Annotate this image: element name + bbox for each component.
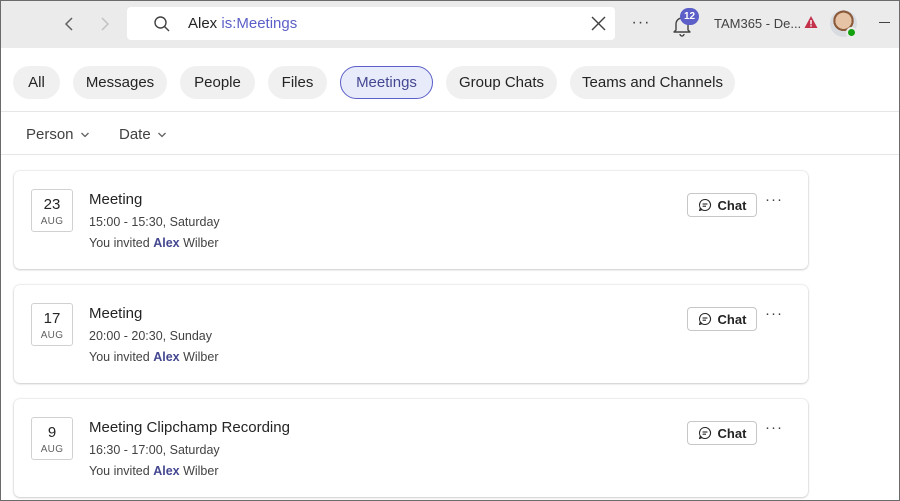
meeting-result-card[interactable]: 23 AUG Meeting 15:00 - 15:30, Saturday Y… [14,171,808,269]
more-options-button[interactable]: ··· [764,420,784,441]
meeting-invite-text: You invited Alex Wilber [89,350,219,364]
tenant-name[interactable]: TAM365 - De... [714,16,801,31]
tab-meetings[interactable]: Meetings [340,66,433,99]
presence-available-icon [846,27,857,38]
meeting-title: Meeting [89,305,143,322]
more-options-button[interactable]: ··· [629,12,653,36]
more-options-button[interactable]: ··· [764,306,784,327]
chevron-down-icon [157,132,166,137]
date-tile: 9 AUG [31,417,73,460]
forward-button[interactable] [92,12,116,36]
search-qualifier: is:Meetings [221,15,298,32]
chat-button[interactable]: Chat [687,193,757,217]
person-filter-label: Person [26,126,74,143]
date-tile: 23 AUG [31,189,73,232]
search-box[interactable]: Alex is:Meetings [127,7,615,40]
divider [1,154,899,155]
chat-icon [698,198,711,212]
search-input[interactable]: Alex is:Meetings [188,15,297,32]
notification-badge: 12 [680,8,699,25]
search-highlight: Alex [153,236,180,250]
meeting-time: 20:00 - 20:30, Sunday [89,329,213,343]
meeting-invite-text: You invited Alex Wilber [89,236,219,250]
chat-button-label: Chat [717,197,747,213]
tab-teams-and-channels[interactable]: Teams and Channels [570,66,735,99]
divider [1,111,899,112]
meeting-result-card[interactable]: 17 AUG Meeting 20:00 - 20:30, Sunday You… [14,285,808,383]
tab-files[interactable]: Files [268,66,327,99]
meeting-invite-text: You invited Alex Wilber [89,464,219,478]
tab-people[interactable]: People [180,66,255,99]
search-icon [154,16,170,32]
title-bar: Alex is:Meetings ··· 12 TAM365 - De... [1,1,899,48]
chat-button[interactable]: Chat [687,421,757,445]
date-month: AUG [40,216,64,227]
tab-all[interactable]: All [13,66,60,99]
date-filter-dropdown[interactable]: Date [119,126,167,143]
meeting-result-card[interactable]: 9 AUG Meeting Clipchamp Recording 16:30 … [14,399,808,497]
chat-button-label: Chat [717,425,747,441]
more-options-button[interactable]: ··· [764,192,784,213]
date-month: AUG [40,330,64,341]
meeting-title: Meeting [89,191,143,208]
chat-icon [698,312,711,326]
minimize-icon[interactable] [879,22,890,23]
chat-button[interactable]: Chat [687,307,757,331]
close-icon[interactable] [590,15,607,32]
date-day: 9 [47,424,57,441]
date-month: AUG [40,444,64,455]
warning-icon[interactable] [804,15,818,29]
meeting-title: Meeting Clipchamp Recording [89,419,290,436]
search-query: Alex [188,15,218,32]
search-highlight: Alex [153,464,180,478]
person-filter-dropdown[interactable]: Person [26,126,90,143]
chevron-down-icon [80,132,89,137]
date-tile: 17 AUG [31,303,73,346]
meeting-time: 16:30 - 17:00, Saturday [89,443,220,457]
date-day: 23 [43,196,61,213]
chevron-left-icon [64,17,73,31]
date-day: 17 [43,310,61,327]
chat-icon [698,426,711,440]
search-highlight: Alex [153,350,180,364]
chevron-right-icon [101,17,110,31]
date-filter-label: Date [119,126,151,143]
meeting-time: 15:00 - 15:30, Saturday [89,215,220,229]
chat-button-label: Chat [717,311,747,327]
tab-messages[interactable]: Messages [73,66,167,99]
tab-group-chats[interactable]: Group Chats [446,66,557,99]
back-button[interactable] [58,12,82,36]
